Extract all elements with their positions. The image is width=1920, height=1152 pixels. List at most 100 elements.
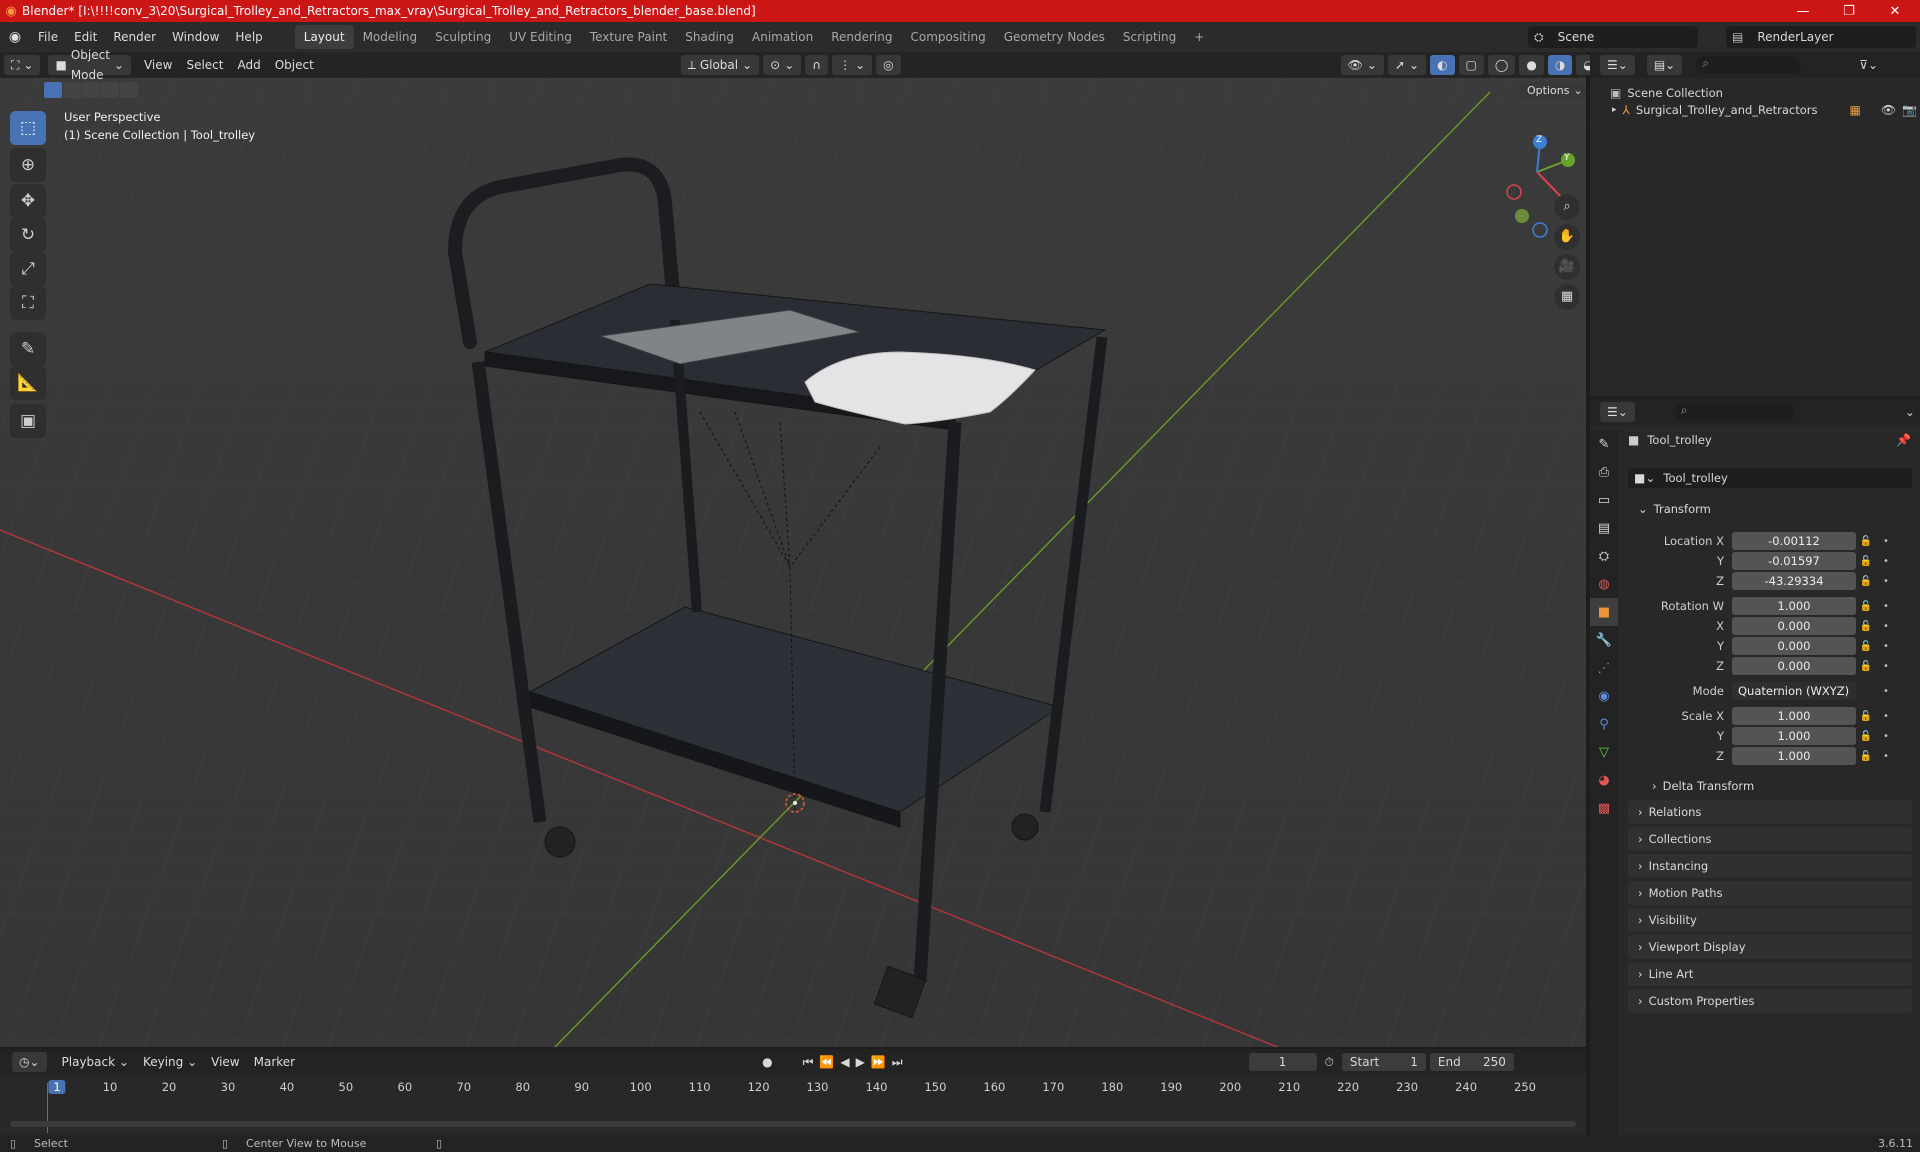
menu-render[interactable]: Render	[105, 22, 164, 52]
menu-add[interactable]: Add	[230, 55, 267, 75]
output-tab-icon[interactable]: ▭	[1590, 486, 1618, 514]
location-z-field[interactable]: -43.29334	[1732, 572, 1856, 590]
tab-rendering[interactable]: Rendering	[822, 25, 901, 49]
renderlayer-selector[interactable]: ▤ RenderLayer	[1726, 26, 1916, 48]
cursor-tool-icon[interactable]: ⊕	[10, 148, 46, 182]
tab-sculpting[interactable]: Sculpting	[426, 25, 500, 49]
keyframe-dot-icon[interactable]: •	[1876, 621, 1896, 632]
select-box-tool-icon[interactable]: ⬚	[10, 111, 46, 145]
rotation-y-field[interactable]: 0.000	[1732, 637, 1856, 655]
lock-icon[interactable]: 🔓	[1856, 751, 1876, 762]
visibility-dropdown[interactable]: 👁 ⌄	[1340, 55, 1384, 75]
relations-panel-header[interactable]: › Relations	[1628, 800, 1912, 824]
keyframe-dot-icon[interactable]: •	[1876, 686, 1896, 697]
object-tab-icon[interactable]: ■	[1590, 598, 1618, 626]
menu-select[interactable]: Select	[179, 55, 230, 75]
object-name-field[interactable]: ■⌄ Tool_trolley	[1628, 468, 1912, 488]
tab-modeling[interactable]: Modeling	[354, 25, 427, 49]
lock-icon[interactable]: 🔓	[1856, 641, 1876, 652]
pan-hand-icon[interactable]: ✋	[1554, 224, 1580, 250]
custom-properties-panel-header[interactable]: › Custom Properties	[1628, 989, 1912, 1013]
keyframe-dot-icon[interactable]: •	[1876, 601, 1896, 612]
lock-icon[interactable]: 🔓	[1856, 556, 1876, 567]
menu-window[interactable]: Window	[164, 22, 227, 52]
world-tab-icon[interactable]: ◍	[1590, 570, 1618, 598]
outliner-editor-icon[interactable]: ☰⌄	[1600, 55, 1635, 75]
scale-tool-icon[interactable]: ⤢	[10, 252, 46, 286]
minimize-button[interactable]: —	[1780, 0, 1826, 22]
options-dropdown[interactable]: Options ⌄	[1520, 82, 1586, 100]
instancing-panel-header[interactable]: › Instancing	[1628, 854, 1912, 878]
menu-object[interactable]: Object	[268, 55, 321, 75]
maximize-button[interactable]: ❐	[1826, 0, 1872, 22]
timeline-scrollbar[interactable]	[10, 1121, 1576, 1127]
transform-orientation-dropdown[interactable]: ⟂ Global ⌄	[680, 55, 760, 75]
transform-tool-icon[interactable]: ⛶	[10, 286, 46, 320]
scene-selector[interactable]: ⛭ Scene	[1528, 26, 1698, 48]
menu-file[interactable]: File	[30, 22, 66, 52]
pivot-dropdown[interactable]: ⊙ ⌄	[763, 55, 802, 75]
pin-icon[interactable]: 📌	[1896, 433, 1911, 447]
texture-tab-icon[interactable]: ▩	[1590, 794, 1618, 822]
properties-search-input[interactable]: ⌕	[1674, 403, 1795, 421]
overlay-toggle[interactable]: ◐	[1430, 55, 1455, 75]
material-shading[interactable]: ◑	[1547, 55, 1573, 75]
keyframe-dot-icon[interactable]: •	[1876, 711, 1896, 722]
zoom-icon[interactable]: ⌕	[1554, 194, 1580, 220]
material-tab-icon[interactable]: ◕	[1590, 766, 1618, 794]
outliner-item[interactable]: ▸ ⅄ Surgical_Trolley_and_Retractors ▦ 👁 …	[1612, 103, 1917, 117]
select-new-icon[interactable]	[44, 82, 62, 98]
lock-icon[interactable]: 🔓	[1856, 661, 1876, 672]
eye-icon[interactable]: 👁	[1881, 103, 1896, 117]
motion-paths-panel-header[interactable]: › Motion Paths	[1628, 881, 1912, 905]
scene-tab-icon[interactable]: ⛭	[1590, 542, 1618, 570]
rotation-mode-dropdown[interactable]: Quaternion (WXYZ) ⌄	[1732, 682, 1856, 716]
wireframe-shading[interactable]: ◯	[1487, 55, 1516, 75]
view-layer-tab-icon[interactable]: ▤	[1590, 514, 1618, 542]
properties-editor-icon[interactable]: ☰⌄	[1600, 402, 1635, 422]
outliner-search-input[interactable]: ⌕	[1696, 56, 1802, 74]
lock-icon[interactable]: 🔓	[1856, 621, 1876, 632]
keyframe-dot-icon[interactable]: •	[1876, 556, 1896, 567]
gizmo-y-label[interactable]: Y	[1564, 153, 1570, 163]
editor-type-button[interactable]: ⛶ ⌄	[4, 55, 41, 75]
expand-arrow-icon[interactable]: ▸	[1612, 105, 1617, 115]
location-y-field[interactable]: -0.01597	[1732, 552, 1856, 570]
camera-view-icon[interactable]: 🎥	[1554, 254, 1580, 280]
lock-icon[interactable]: 🔓	[1856, 731, 1876, 742]
gizmo-z-label[interactable]: Z	[1536, 135, 1542, 145]
select-intersect-icon[interactable]	[120, 82, 138, 98]
location-x-field[interactable]: -0.00112	[1732, 532, 1856, 550]
lock-icon[interactable]: 🔓	[1856, 576, 1876, 587]
move-tool-icon[interactable]: ✥	[10, 184, 46, 218]
add-workspace-icon[interactable]: +	[1185, 25, 1213, 49]
blender-menu-icon[interactable]: ◉	[0, 29, 30, 45]
camera-icon[interactable]: 📷	[1902, 103, 1917, 117]
keyframe-dot-icon[interactable]: •	[1876, 576, 1896, 587]
menu-help[interactable]: Help	[227, 22, 270, 52]
solid-shading[interactable]: ●	[1519, 55, 1544, 75]
tab-geometry-nodes[interactable]: Geometry Nodes	[995, 25, 1114, 49]
tool-tab-icon[interactable]: ✎	[1590, 430, 1618, 458]
particles-tab-icon[interactable]: ⋰	[1590, 654, 1618, 682]
rotation-z-field[interactable]: 0.000	[1732, 657, 1856, 675]
keyframe-dot-icon[interactable]: •	[1876, 731, 1896, 742]
rotation-x-field[interactable]: 0.000	[1732, 617, 1856, 635]
tab-shading[interactable]: Shading	[676, 25, 743, 49]
tab-scripting[interactable]: Scripting	[1114, 25, 1185, 49]
lock-icon[interactable]: 🔓	[1856, 536, 1876, 547]
modifier-tab-icon[interactable]: 🔧	[1590, 626, 1618, 654]
lock-icon[interactable]: 🔓	[1856, 601, 1876, 612]
measure-tool-icon[interactable]: 📐	[10, 366, 46, 400]
close-button[interactable]: ✕	[1872, 0, 1918, 22]
lock-icon[interactable]: 🔓	[1856, 711, 1876, 722]
menu-view[interactable]: View	[137, 55, 179, 75]
mode-dropdown[interactable]: ■ Object Mode ⌄	[48, 48, 131, 82]
keyframe-dot-icon[interactable]: •	[1876, 536, 1896, 547]
annotate-tool-icon[interactable]: ✎	[10, 332, 46, 366]
proportional-edit-toggle[interactable]: ◎	[876, 55, 901, 75]
tab-animation[interactable]: Animation	[743, 25, 822, 49]
scale-y-field[interactable]: 1.000	[1732, 727, 1856, 745]
gizmo-toggle[interactable]: ➚ ⌄	[1387, 55, 1427, 75]
keyframe-dot-icon[interactable]: •	[1876, 751, 1896, 762]
